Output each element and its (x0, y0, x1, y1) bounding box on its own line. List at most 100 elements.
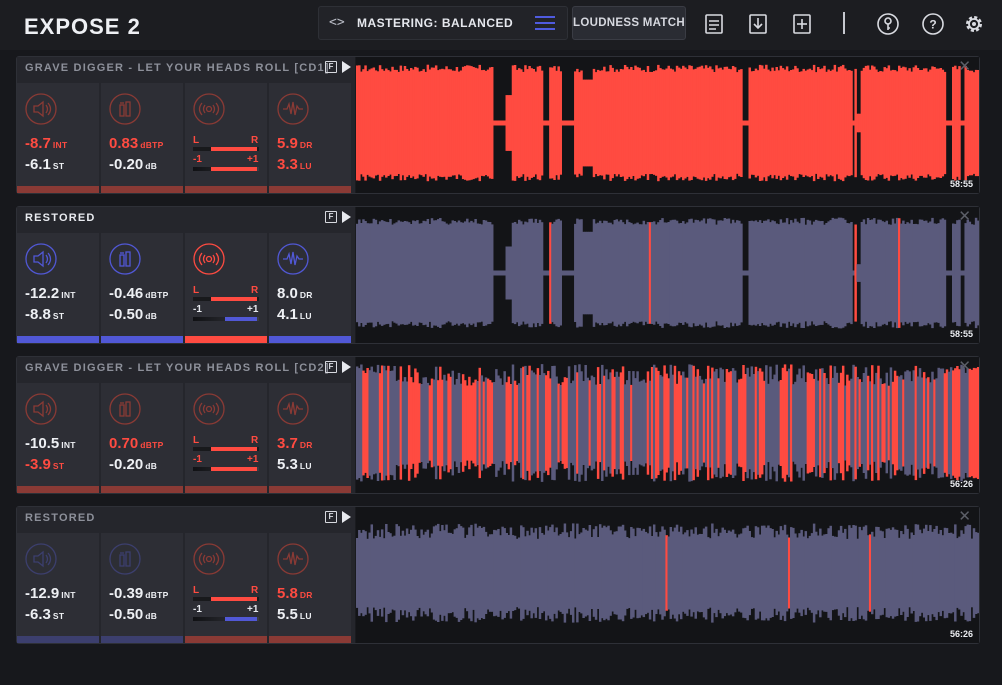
file-info-icon[interactable]: F (325, 511, 337, 523)
cell-status-bar (17, 186, 99, 193)
play-icon[interactable] (342, 511, 351, 523)
preset-selector[interactable]: <> MASTERING: BALANCED (318, 6, 568, 40)
cell-status-bar (185, 636, 267, 643)
svg-text:?: ? (929, 18, 936, 32)
lu-unit: LU (299, 161, 312, 171)
metric-cell-speaker[interactable]: -12.9 INT -6.3 ST (17, 533, 99, 643)
metric-cell-stereo[interactable]: L R -1 +1 (185, 83, 267, 193)
file-info-icon[interactable]: F (325, 211, 337, 223)
close-icon[interactable]: ✕ (958, 357, 971, 375)
correlation-min-label: -1 (193, 454, 202, 465)
metric-cell-peak[interactable]: 0.83 dBTP -0.20 dB (101, 83, 183, 193)
help-icon[interactable]: ? (921, 12, 945, 36)
metric-cell-speaker[interactable]: -10.5 INT -3.9 ST (17, 383, 99, 493)
expose-app: EXPOSE 2 <> MASTERING: BALANCED LOUDNESS… (0, 0, 1002, 685)
close-icon[interactable]: ✕ (958, 57, 971, 75)
st-value: -6.1 (25, 156, 51, 173)
preset-arrows-icon[interactable]: <> (329, 15, 345, 30)
metric-cell-stereo[interactable]: L R -1 +1 (185, 383, 267, 493)
dynamics-icon (277, 243, 309, 275)
track-duration: 58:55 (949, 179, 973, 189)
track-row[interactable]: GRAVE DIGGER - LET YOUR HEADS ROLL [CD1]… (16, 56, 980, 194)
track-duration: 58:55 (949, 329, 973, 339)
waveform-column (976, 532, 979, 614)
waveform-area[interactable]: ✕ 58:55 (356, 57, 979, 193)
report-icon[interactable] (702, 12, 726, 36)
track-name[interactable]: GRAVE DIGGER - LET YOUR HEADS ROLL [CD2] (25, 362, 330, 374)
track-name[interactable]: RESTORED (25, 512, 96, 524)
int-value: -12.2 (25, 285, 60, 302)
tp-unit: dBTP (145, 590, 169, 600)
left-channel-label: L (193, 585, 200, 596)
metric-cell-dyn[interactable]: 5.8 DR 5.5 LU (269, 533, 351, 643)
cell-status-bar (185, 186, 267, 193)
waveform[interactable] (356, 507, 979, 643)
track-name[interactable]: RESTORED (25, 212, 96, 224)
int-unit: INT (61, 440, 76, 450)
toolbar-divider (843, 12, 845, 34)
track-row[interactable]: RESTORED F -12.2 INT -8.8 ST -0.46 dBTP -0.… (16, 206, 980, 344)
db-value: -0.20 (109, 456, 144, 473)
metric-cell-peak[interactable]: -0.46 dBTP -0.50 dB (101, 233, 183, 343)
track-info-panel: RESTORED F -12.2 INT -8.8 ST -0.46 dBTP -0.… (17, 207, 355, 343)
app-title: EXPOSE 2 (24, 14, 141, 39)
true-peak-icon (109, 393, 141, 425)
db-readout: -0.20 dB (109, 456, 157, 473)
waveform-area[interactable]: ✕ 56:26 (356, 507, 979, 643)
track-row[interactable]: RESTORED F -12.9 INT -6.3 ST -0.39 dBTP -0.… (16, 506, 980, 644)
correlation-min-label: -1 (193, 604, 202, 615)
lu-value: 3.3 (277, 156, 298, 173)
waveform-column (976, 220, 979, 326)
track-name[interactable]: GRAVE DIGGER - LET YOUR HEADS ROLL [CD1] (25, 62, 330, 74)
metric-cell-dyn[interactable]: 8.0 DR 4.1 LU (269, 233, 351, 343)
add-file-icon[interactable] (790, 12, 814, 36)
lu-value: 5.3 (277, 456, 298, 473)
left-channel-label: L (193, 435, 200, 446)
waveform-area[interactable]: ✕ 56:26 (356, 357, 979, 493)
waveform[interactable] (356, 57, 979, 193)
metric-cell-peak[interactable]: 0.70 dBTP -0.20 dB (101, 383, 183, 493)
cell-status-bar (269, 186, 351, 193)
waveform[interactable] (356, 207, 979, 343)
dynamics-icon (277, 393, 309, 425)
metric-cell-dyn[interactable]: 3.7 DR 5.3 LU (269, 383, 351, 493)
close-icon[interactable]: ✕ (958, 207, 971, 225)
st-unit: ST (52, 611, 65, 621)
waveform[interactable] (356, 357, 979, 493)
loudness-icon (25, 93, 57, 125)
play-icon[interactable] (342, 211, 351, 223)
settings-icon[interactable] (962, 12, 986, 36)
lu-unit: LU (299, 311, 312, 321)
metric-cell-speaker[interactable]: -8.7 INT -6.1 ST (17, 83, 99, 193)
loudness-match-button[interactable]: LOUDNESS MATCH (572, 6, 686, 40)
tp-value: -0.39 (109, 585, 144, 602)
int-value: -12.9 (25, 585, 60, 602)
dr-value: 8.0 (277, 285, 298, 302)
metric-cell-dyn[interactable]: 5.9 DR 3.3 LU (269, 83, 351, 193)
close-icon[interactable]: ✕ (958, 507, 971, 525)
int-value: -10.5 (25, 435, 60, 452)
export-icon[interactable] (746, 12, 770, 36)
file-info-icon[interactable]: F (325, 361, 337, 373)
db-readout: -0.50 dB (109, 306, 157, 323)
metric-cell-stereo[interactable]: L R -1 +1 (185, 233, 267, 343)
metric-cell-stereo[interactable]: L R -1 +1 (185, 533, 267, 643)
play-icon[interactable] (342, 361, 351, 373)
lu-readout: 5.3 LU (277, 456, 312, 473)
play-icon[interactable] (342, 61, 351, 73)
file-info-icon[interactable]: F (325, 61, 337, 73)
key-icon[interactable] (876, 12, 900, 36)
menu-icon[interactable] (535, 14, 555, 32)
dr-readout: 5.8 DR (277, 585, 313, 602)
metric-cell-peak[interactable]: -0.39 dBTP -0.50 dB (101, 533, 183, 643)
cell-status-bar (269, 636, 351, 643)
st-value: -8.8 (25, 306, 51, 323)
track-row[interactable]: GRAVE DIGGER - LET YOUR HEADS ROLL [CD2]… (16, 356, 980, 494)
waveform-area[interactable]: ✕ 58:55 (356, 207, 979, 343)
metric-cell-speaker[interactable]: -12.2 INT -8.8 ST (17, 233, 99, 343)
right-channel-label: R (251, 135, 259, 146)
st-value: -6.3 (25, 606, 51, 623)
db-unit: dB (145, 311, 158, 321)
dr-value: 5.8 (277, 585, 298, 602)
correlation-max-label: +1 (247, 304, 259, 315)
